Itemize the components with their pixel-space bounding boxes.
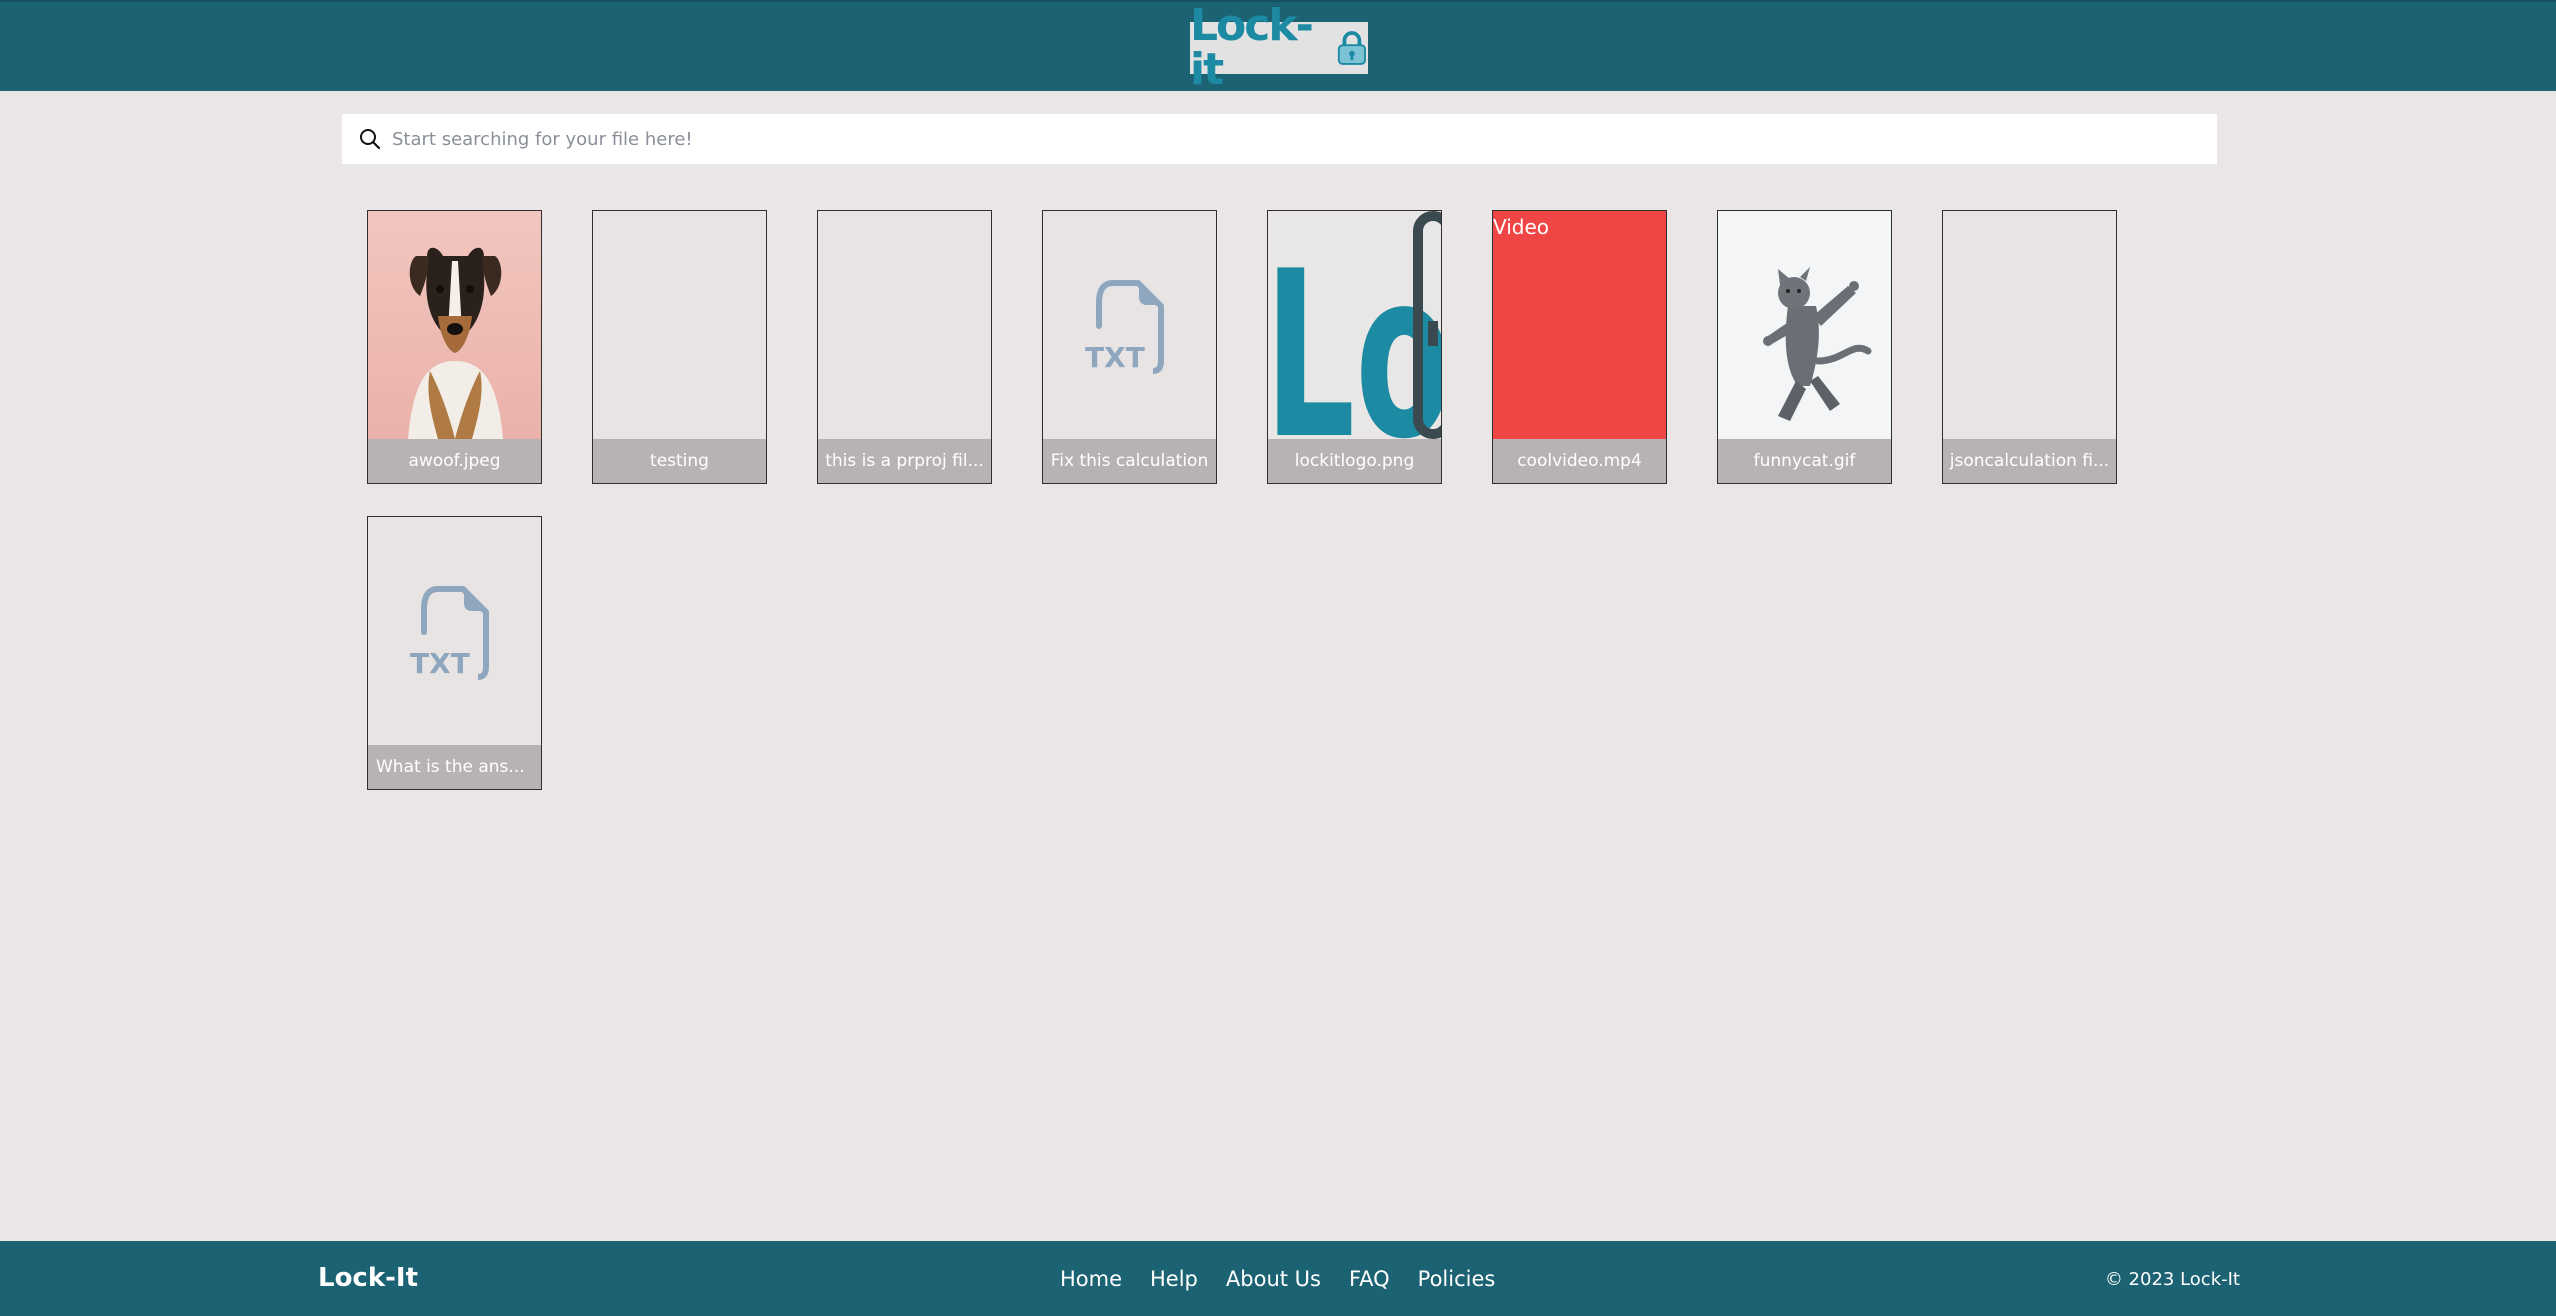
footer-link-help[interactable]: Help — [1150, 1267, 1198, 1291]
file-card-what-is-the-answer[interactable]: TXT What is the ans... — [367, 516, 542, 790]
file-name: What is the ans... — [368, 745, 541, 789]
file-name: testing — [593, 439, 766, 483]
footer: Lock-It Home Help About Us FAQ Policies … — [0, 1241, 2556, 1316]
txt-file-icon: TXT — [1085, 280, 1164, 374]
file-name: this is a prproj fil... — [818, 439, 991, 483]
file-card-coolvideo[interactable]: Video coolvideo.mp4 — [1492, 210, 1667, 484]
svg-text:TXT: TXT — [410, 647, 470, 680]
file-card-funnycat[interactable]: funnycat.gif — [1717, 210, 1892, 484]
file-card-lockitlogo[interactable]: LockIt lockitlogo.png — [1267, 210, 1442, 484]
file-name: Fix this calculation — [1043, 439, 1216, 483]
file-card-testing[interactable]: testing — [592, 210, 767, 484]
file-name: awoof.jpeg — [368, 439, 541, 483]
footer-brand[interactable]: Lock-It — [318, 1263, 418, 1293]
footer-link-policies[interactable]: Policies — [1418, 1267, 1496, 1291]
search-input[interactable] — [392, 114, 2192, 164]
logo-image: LockIt — [1268, 211, 1441, 439]
file-card-awoof[interactable]: awoof.jpeg — [367, 210, 542, 484]
file-card-jsoncalculation[interactable]: jsoncalculation fi... — [1942, 210, 2117, 484]
logo-text: Lock-it — [1190, 0, 1314, 95]
blank-thumbnail — [818, 211, 991, 439]
file-name: coolvideo.mp4 — [1493, 439, 1666, 483]
footer-link-home[interactable]: Home — [1060, 1267, 1122, 1291]
svg-text:TXT: TXT — [1085, 341, 1145, 374]
txt-file-thumbnail: TXT — [368, 517, 541, 745]
file-name: jsoncalculation fi... — [1943, 439, 2116, 483]
dog-image — [368, 211, 541, 439]
lockit-logo[interactable]: Lock-it — [1190, 4, 1368, 92]
blank-thumbnail — [593, 211, 766, 439]
txt-file-icon: TXT — [410, 586, 489, 680]
footer-link-about-us[interactable]: About Us — [1226, 1267, 1321, 1291]
video-thumbnail: Video — [1493, 211, 1666, 439]
copyright-text: © 2023 Lock-It — [2104, 1269, 2240, 1290]
file-name: funnycat.gif — [1718, 439, 1891, 483]
footer-nav: Home Help About Us FAQ Policies — [1060, 1267, 1495, 1291]
cat-image — [1718, 211, 1891, 439]
top-header: Lock-it — [0, 0, 2556, 92]
txt-file-thumbnail: TXT — [1043, 211, 1216, 439]
blank-thumbnail — [1943, 211, 2116, 439]
file-name: lockitlogo.png — [1268, 439, 1441, 483]
search-icon — [360, 129, 381, 150]
lock-icon — [1338, 31, 1367, 65]
file-card-prproj[interactable]: this is a prproj fil... — [817, 210, 992, 484]
video-label: Video — [1493, 215, 1550, 239]
search-bar — [342, 114, 2217, 164]
footer-link-faq[interactable]: FAQ — [1349, 1267, 1390, 1291]
file-card-fix-calculation[interactable]: TXT Fix this calculation — [1042, 210, 1217, 484]
